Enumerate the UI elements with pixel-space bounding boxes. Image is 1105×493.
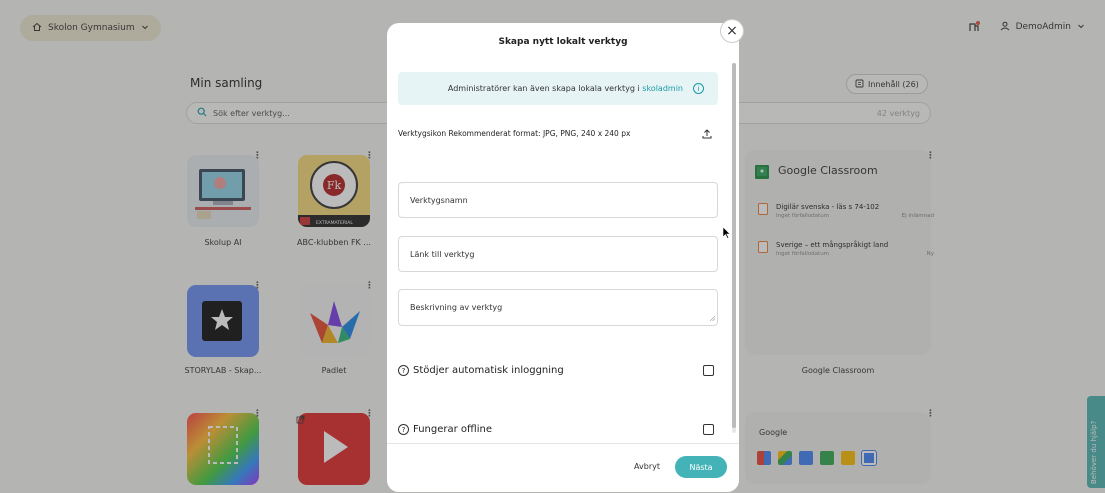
skoladmin-link[interactable]: skoladmin [642, 84, 683, 93]
tool-description-textarea[interactable]: Beskrivning av verktyg [398, 289, 718, 326]
dialog-title: Skapa nytt lokalt verktyg [498, 37, 628, 47]
info-banner: Administratörer kan även skapa lokala ve… [398, 72, 718, 105]
mouse-cursor-icon [722, 224, 731, 239]
create-tool-dialog: Skapa nytt lokalt verktyg Administratöre… [387, 23, 739, 492]
auto-login-checkbox[interactable] [703, 365, 714, 376]
info-icon: i [693, 83, 704, 94]
dialog-scrollbar[interactable] [732, 63, 736, 433]
offline-label: Fungerar offline [413, 424, 492, 435]
tool-icon-upload-row: Verktygsikon Rekommenderat format: JPG, … [398, 129, 718, 141]
tool-link-input[interactable]: Länk till verktyg [398, 236, 718, 272]
help-circle-icon[interactable]: ? [398, 424, 409, 435]
next-button[interactable]: Nästa [675, 456, 727, 478]
close-icon[interactable]: × [720, 19, 744, 43]
dialog-footer: Avbryt Nästa [387, 443, 739, 492]
auto-login-label: Stödjer automatisk inloggning [413, 365, 564, 376]
resize-handle-icon[interactable] [709, 314, 716, 323]
offline-row: ? Fungerar offline [398, 424, 714, 435]
tool-name-input[interactable]: Verktygsnamn [398, 182, 718, 218]
tool-icon-label: Verktygsikon Rekommenderat format: JPG, … [398, 129, 631, 138]
upload-icon[interactable] [702, 129, 712, 141]
auto-login-row: ? Stödjer automatisk inloggning [398, 365, 714, 376]
help-circle-icon[interactable]: ? [398, 365, 409, 376]
offline-checkbox[interactable] [703, 424, 714, 435]
info-text: Administratörer kan även skapa lokala ve… [447, 84, 683, 93]
cancel-button[interactable]: Avbryt [634, 462, 660, 471]
